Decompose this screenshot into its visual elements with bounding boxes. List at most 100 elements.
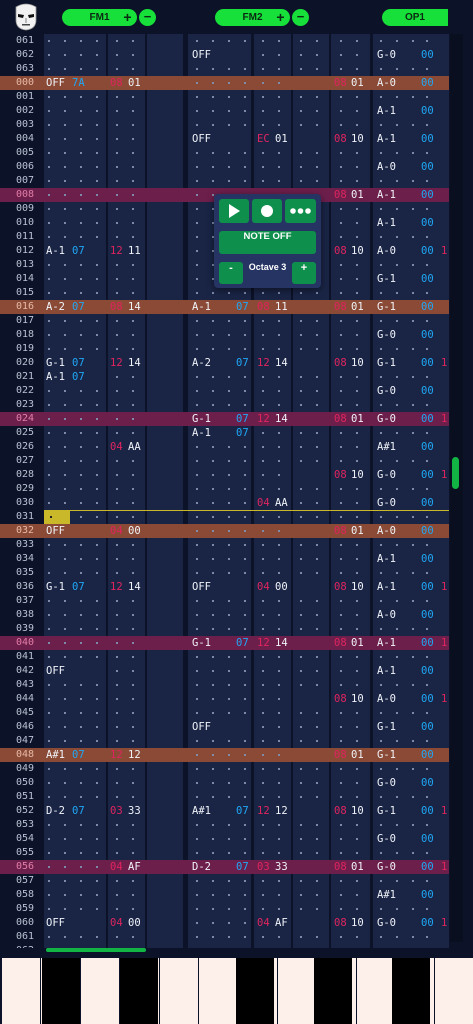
cell-f2e[interactable]: 04 — [257, 496, 270, 510]
cell-f1v[interactable]: 14 — [128, 300, 141, 314]
cell-f2e[interactable]: EC — [257, 132, 270, 146]
cell-o1x[interactable]: 1 — [441, 916, 447, 930]
more-button[interactable] — [285, 199, 316, 223]
cell-o1i[interactable]: 00 — [421, 888, 434, 902]
cell-o1n[interactable]: G-0 — [377, 860, 396, 874]
cell-o1i[interactable]: 00 — [421, 132, 434, 146]
cell-o1n[interactable]: A-1 — [377, 664, 396, 678]
cell-o1n[interactable]: G-1 — [377, 300, 396, 314]
cell-f2v3[interactable]: 10 — [351, 692, 364, 706]
pattern-row[interactable]: 022 G-0 00 — [0, 384, 449, 398]
cell-f2v[interactable]: 14 — [275, 412, 288, 426]
pattern-row[interactable]: 000 OFF 7A 08 01 08 01 A-0 00 — [0, 76, 449, 90]
cell-o1n[interactable]: A-1 — [377, 216, 396, 230]
cell-o1i[interactable]: 00 — [421, 188, 434, 202]
pattern-row[interactable]: 030 04 AA G-0 00 — [0, 496, 449, 510]
pattern-row[interactable]: 027 — [0, 454, 449, 468]
cell-f1n[interactable]: A-2 — [46, 300, 65, 314]
piano-white-key[interactable] — [2, 958, 41, 1024]
pattern-row[interactable]: 042 OFF A-1 00 — [0, 664, 449, 678]
cell-o1n[interactable]: A-1 — [377, 580, 396, 594]
piano-black-key[interactable] — [236, 958, 274, 1024]
cell-f2e3[interactable]: 08 — [334, 76, 347, 90]
cell-f2v[interactable]: 01 — [275, 132, 288, 146]
piano-white-key[interactable] — [435, 958, 473, 1024]
cell-o1i[interactable]: 00 — [421, 552, 434, 566]
cell-o1i[interactable]: 00 — [421, 748, 434, 762]
cell-o1n[interactable]: A-0 — [377, 76, 396, 90]
cell-f2n[interactable]: G-1 — [192, 412, 211, 426]
cell-f1n[interactable]: G-1 — [46, 580, 65, 594]
track-fm1-button[interactable]: FM1 + — [62, 9, 137, 26]
pattern-row[interactable]: 050 G-0 00 — [0, 776, 449, 790]
cell-o1i[interactable]: 00 — [421, 832, 434, 846]
pattern-row[interactable]: 035 — [0, 566, 449, 580]
horizontal-scrollbar[interactable] — [42, 946, 447, 954]
cell-o1x[interactable]: 1 — [441, 412, 447, 426]
cell-f1v[interactable]: 33 — [128, 804, 141, 818]
cell-f2n[interactable]: A-2 — [192, 356, 211, 370]
pattern-row[interactable]: 037 — [0, 594, 449, 608]
cell-f2v3[interactable]: 01 — [351, 188, 364, 202]
cell-f2n[interactable]: OFF — [192, 132, 211, 146]
cell-f2e3[interactable]: 08 — [334, 692, 347, 706]
cell-f2e[interactable]: 04 — [257, 916, 270, 930]
cell-f2v3[interactable]: 10 — [351, 132, 364, 146]
cell-f1n[interactable]: A-1 — [46, 370, 65, 384]
cell-f2v[interactable]: 12 — [275, 804, 288, 818]
cell-o1n[interactable]: G-0 — [377, 412, 396, 426]
pattern-row[interactable]: 016 A-2 07 08 14 A-1 07 08 11 08 01 G-1 00 — [0, 300, 449, 314]
cell-f2i[interactable]: 07 — [236, 860, 249, 874]
cell-f2e3[interactable]: 08 — [334, 356, 347, 370]
pattern-row[interactable]: 048 A#1 07 12 12 08 01 G-1 00 — [0, 748, 449, 762]
piano-white-key[interactable] — [356, 958, 395, 1024]
cell-f2i[interactable]: 07 — [236, 356, 249, 370]
cell-f2e3[interactable]: 08 — [334, 300, 347, 314]
cell-f2v3[interactable]: 01 — [351, 76, 364, 90]
horizontal-scroll-thumb[interactable] — [46, 948, 146, 952]
cell-o1n[interactable]: A-0 — [377, 608, 396, 622]
cell-o1n[interactable]: A-0 — [377, 524, 396, 538]
cell-o1n[interactable]: G-0 — [377, 916, 396, 930]
cell-f1v[interactable]: 01 — [128, 76, 141, 90]
cell-f2i[interactable]: 07 — [236, 300, 249, 314]
cell-o1n[interactable]: A-0 — [377, 692, 396, 706]
cell-f2v3[interactable]: 10 — [351, 468, 364, 482]
cell-f1n[interactable]: A-1 — [46, 244, 65, 258]
cell-f1e[interactable]: 03 — [110, 804, 123, 818]
cell-f1n[interactable]: D-2 — [46, 804, 65, 818]
vertical-scroll-thumb[interactable] — [452, 457, 459, 489]
cell-f1v[interactable]: 12 — [128, 748, 141, 762]
cell-f2n[interactable]: A#1 — [192, 804, 211, 818]
cell-f2v3[interactable]: 10 — [351, 580, 364, 594]
play-button[interactable] — [219, 199, 249, 223]
pattern-row[interactable]: 060 OFF 04 00 04 AF 08 10 G-0 00 1 — [0, 916, 449, 930]
pattern-row[interactable]: 032 OFF 04 00 08 01 A-0 00 — [0, 524, 449, 538]
vertical-scrollbar[interactable] — [450, 16, 463, 942]
cell-o1n[interactable]: A-0 — [377, 160, 396, 174]
cell-f1v[interactable]: 14 — [128, 580, 141, 594]
pattern-row[interactable]: 059 — [0, 902, 449, 916]
cell-f2v3[interactable]: 01 — [351, 636, 364, 650]
pattern-row[interactable]: 044 08 10 A-0 00 1 — [0, 692, 449, 706]
cell-f2v3[interactable]: 01 — [351, 748, 364, 762]
cell-f1e[interactable]: 08 — [110, 300, 123, 314]
cell-o1n[interactable]: G-1 — [377, 804, 396, 818]
cell-o1n[interactable]: A-1 — [377, 552, 396, 566]
cell-f1v[interactable]: AA — [128, 440, 141, 454]
piano-white-key[interactable] — [277, 958, 317, 1024]
cell-f2v3[interactable]: 10 — [351, 244, 364, 258]
cell-f1e[interactable]: 12 — [110, 356, 123, 370]
cell-o1i[interactable]: 00 — [421, 608, 434, 622]
cell-f2v[interactable]: 14 — [275, 636, 288, 650]
pattern-row[interactable]: 001 — [0, 90, 449, 104]
remove-fm2-button[interactable]: − — [292, 9, 309, 26]
pattern-row[interactable]: 061 — [0, 930, 449, 944]
cell-o1n[interactable]: G-1 — [377, 748, 396, 762]
pattern-row[interactable]: 045 — [0, 706, 449, 720]
pattern-row[interactable]: 036 G-1 07 12 14 OFF 04 00 08 10 A-1 00 1 — [0, 580, 449, 594]
cell-f1e[interactable]: 12 — [110, 748, 123, 762]
piano-black-key[interactable] — [314, 958, 352, 1024]
pattern-row[interactable]: 039 — [0, 622, 449, 636]
pattern-row[interactable]: 057 — [0, 874, 449, 888]
